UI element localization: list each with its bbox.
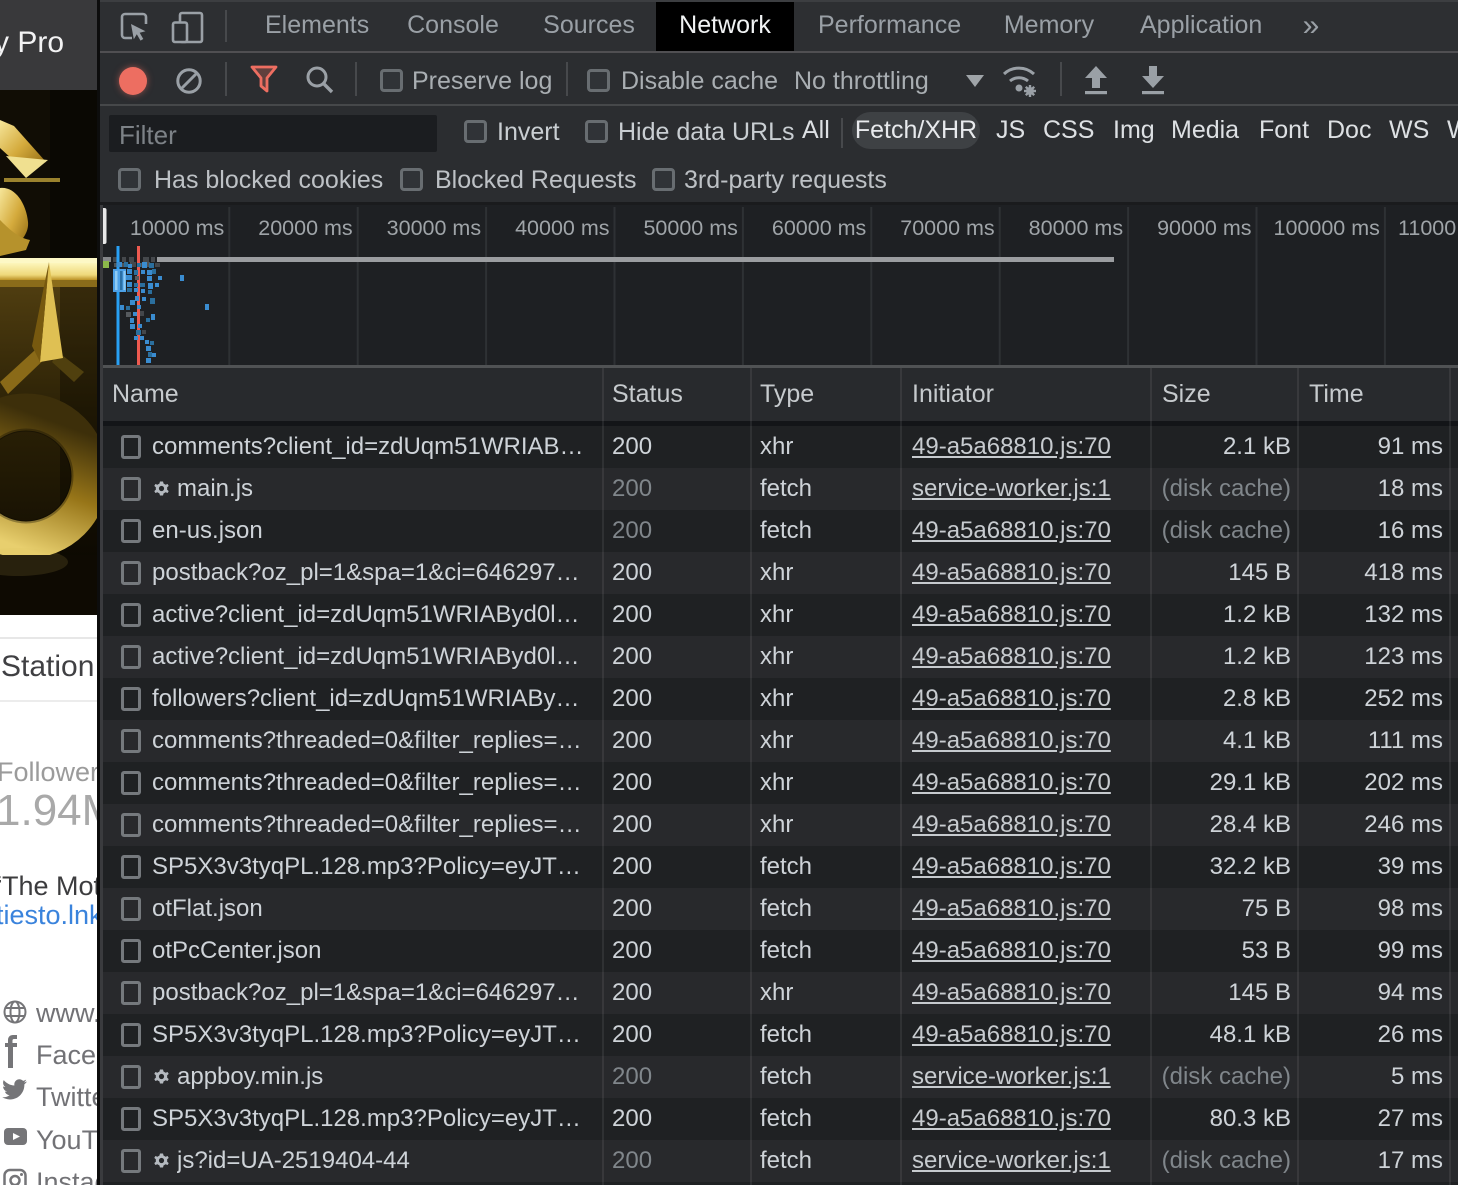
svg-text:60000 ms: 60000 ms <box>772 216 866 240</box>
svg-text:50000 ms: 50000 ms <box>643 216 737 240</box>
svg-text:40000 ms: 40000 ms <box>515 216 609 240</box>
svg-text:20000 ms: 20000 ms <box>258 216 352 240</box>
svg-text:11000: 11000 <box>1398 216 1456 240</box>
svg-text:90000 ms: 90000 ms <box>1157 216 1251 240</box>
svg-text:10000 ms: 10000 ms <box>130 216 224 240</box>
svg-text:80000 ms: 80000 ms <box>1029 216 1123 240</box>
svg-text:70000 ms: 70000 ms <box>900 216 994 240</box>
svg-text:30000 ms: 30000 ms <box>387 216 481 240</box>
svg-text:100000 ms: 100000 ms <box>1274 216 1380 240</box>
